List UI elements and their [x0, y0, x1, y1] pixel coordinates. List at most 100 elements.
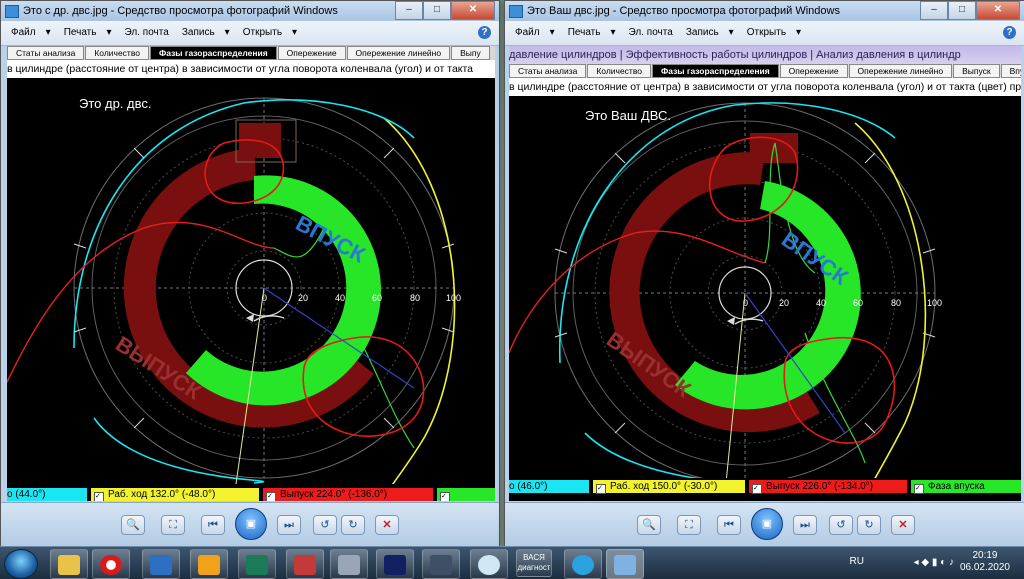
photo-viewer-taskbar-icon[interactable]: [606, 549, 644, 579]
legend-item-exhaust: ✓ Выпуск 224.0° (-136.0°): [263, 488, 433, 501]
axis-tick-40: 40: [335, 293, 345, 303]
menu-print[interactable]: Печать: [64, 27, 97, 38]
tab-quantity: Количество: [85, 46, 149, 60]
clock[interactable]: 20:19 06.02.2020: [960, 550, 1010, 574]
menu-open[interactable]: Открыть: [243, 27, 282, 38]
slideshow-icon[interactable]: ▣: [235, 508, 267, 540]
title-bar[interactable]: Это с др. двс.jpg - Средство просмотра ф…: [1, 1, 499, 21]
tab-quantity: Количество: [587, 64, 651, 78]
rotate-right-icon[interactable]: ↻: [341, 515, 365, 535]
oscilloscope-icon[interactable]: [376, 549, 414, 579]
menu-bar: Файл ▾ Печать ▾ Эл. почта Запись ▾ Открыть ▾…: [1, 21, 499, 46]
next-icon[interactable]: ⏭: [793, 515, 817, 535]
dropdown-arrow-icon: ▾: [728, 27, 734, 38]
photo-viewer-window-left[interactable]: Это с др. двс.jpg - Средство просмотра ф…: [0, 0, 500, 548]
dropdown-arrow-icon: ▾: [549, 27, 555, 38]
menu-burn[interactable]: Запись: [182, 27, 215, 38]
app-icon[interactable]: [422, 549, 460, 579]
taskbar: ВАСЯ диагност RU ◂ ◆ ▮ ◐ ♪ 20:19 06.02.2…: [0, 546, 1024, 579]
slideshow-icon[interactable]: ▣: [751, 508, 783, 540]
window-top-strip: давление цилиндров | Эффективность работ…: [509, 46, 1021, 64]
rotate-left-icon[interactable]: ↺: [829, 515, 853, 535]
photo-viewer-app-icon: [5, 5, 19, 18]
explorer-icon[interactable]: [50, 549, 88, 579]
tray-icons[interactable]: ◂ ◆ ▮ ◐ ♪: [914, 557, 954, 568]
photo-viewer-app-icon: [509, 5, 523, 18]
app-icon[interactable]: [470, 549, 508, 579]
checkbox-icon[interactable]: ✓: [440, 492, 450, 501]
legend-item-intake: ✓ Фаза впуска: [911, 480, 1021, 494]
photo-viewer-window-right[interactable]: Это Ваш двс.jpg - Средство просмотра фот…: [504, 0, 1024, 548]
checkbox-icon[interactable]: ✓: [94, 492, 104, 501]
tab-stats: Статы анализа: [7, 46, 85, 60]
delete-icon[interactable]: ✕: [891, 515, 915, 535]
app-icon[interactable]: [190, 549, 228, 579]
menu-file[interactable]: Файл: [11, 27, 36, 38]
image-viewport: Статы анализа Количество Фазы газораспреде…: [7, 46, 495, 501]
axis-tick-80: 80: [891, 298, 901, 308]
clock-time: 20:19: [972, 550, 998, 561]
maximize-button[interactable]: □: [423, 1, 451, 20]
axis-tick-100: 100: [446, 293, 461, 303]
title-bar[interactable]: Это Ваш двс.jpg - Средство просмотра фот…: [505, 1, 1024, 21]
maximize-button[interactable]: □: [948, 1, 976, 20]
checkbox-icon[interactable]: ✓: [596, 484, 606, 494]
start-button-icon[interactable]: [4, 549, 38, 579]
previous-icon[interactable]: ⏮: [717, 515, 741, 535]
window-title: Это с др. двс.jpg - Средство просмотра ф…: [23, 5, 338, 17]
app-icon[interactable]: [286, 549, 324, 579]
opera-icon[interactable]: [92, 549, 130, 579]
minimize-button[interactable]: –: [920, 1, 948, 20]
annotation-note: Это Ваш ДВС.: [585, 108, 671, 123]
next-icon[interactable]: ⏭: [277, 515, 301, 535]
tab-valve-timing: Фазы газораспределения: [149, 46, 277, 60]
axis-tick-100: 100: [927, 298, 942, 308]
image-viewport: давление цилиндров | Эффективность работ…: [509, 46, 1021, 501]
rotate-right-icon[interactable]: ↻: [857, 515, 881, 535]
annotation-note: Это др. двс.: [79, 96, 152, 111]
dropdown-arrow-icon: ▾: [610, 27, 616, 38]
app-icon[interactable]: [142, 549, 180, 579]
axis-tick-0: 0: [262, 293, 267, 303]
menu-bar: Файл ▾ Печать ▾ Эл. почта Запись ▾ Открыть ▾…: [505, 21, 1024, 46]
legend-bar: о (46.0°) ✓ Раб. ход 150.0° (-30.0°) ✓ Вып…: [509, 478, 1021, 495]
menu-file[interactable]: Файл: [515, 27, 540, 38]
help-icon[interactable]: ?: [1003, 26, 1016, 39]
checkbox-icon[interactable]: ✓: [914, 484, 924, 494]
close-button[interactable]: ✕: [976, 1, 1020, 20]
checkbox-icon[interactable]: ✓: [752, 484, 762, 494]
chart-description: в цилиндре (расстояние от центра) в зави…: [509, 78, 1021, 96]
valve-timing-polar-chart: ВПУСК ВЫПУСК 0 20 40 60 80 100: [7, 97, 461, 484]
previous-icon[interactable]: ⏮: [201, 515, 225, 535]
vasya-diagnost-icon[interactable]: ВАСЯ диагност: [516, 549, 552, 577]
tab-stats: Статы анализа: [509, 64, 587, 78]
tab-exhaust: Выпу: [451, 46, 490, 60]
menu-burn[interactable]: Запись: [686, 27, 719, 38]
menu-print[interactable]: Печать: [568, 27, 601, 38]
legend-item-exhaust: ✓ Выпуск 226.0° (-134.0°): [749, 480, 907, 494]
legend-item-power-stroke: ✓ Раб. ход 150.0° (-30.0°): [593, 480, 745, 494]
language-indicator[interactable]: RU: [850, 556, 864, 567]
close-button[interactable]: ✕: [451, 1, 495, 20]
clock-date: 06.02.2020: [959, 562, 1010, 573]
help-icon[interactable]: ?: [478, 26, 491, 39]
minimize-button[interactable]: –: [395, 1, 423, 20]
legend-item-power-stroke: ✓ Раб. ход 132.0° (-48.0°): [91, 488, 259, 501]
rotate-left-icon[interactable]: ↺: [313, 515, 337, 535]
dropdown-arrow-icon: ▾: [224, 27, 230, 38]
fit-to-window-icon[interactable]: ⛶: [161, 515, 185, 535]
app-icon[interactable]: [330, 549, 368, 579]
chart-description: в цилиндре (расстояние от центра) в зави…: [7, 60, 495, 78]
app-icon[interactable]: [564, 549, 602, 579]
menu-email[interactable]: Эл. почта: [629, 27, 673, 38]
fit-to-window-icon[interactable]: ⛶: [677, 515, 701, 535]
delete-icon[interactable]: ✕: [375, 515, 399, 535]
zoom-icon[interactable]: 🔍: [637, 515, 661, 535]
menu-open[interactable]: Открыть: [747, 27, 786, 38]
dropdown-arrow-icon: ▾: [796, 27, 802, 38]
checkbox-icon[interactable]: ✓: [266, 492, 276, 501]
app-icon[interactable]: [238, 549, 276, 579]
menu-email[interactable]: Эл. почта: [125, 27, 169, 38]
axis-tick-20: 20: [298, 293, 308, 303]
zoom-icon[interactable]: 🔍: [121, 515, 145, 535]
